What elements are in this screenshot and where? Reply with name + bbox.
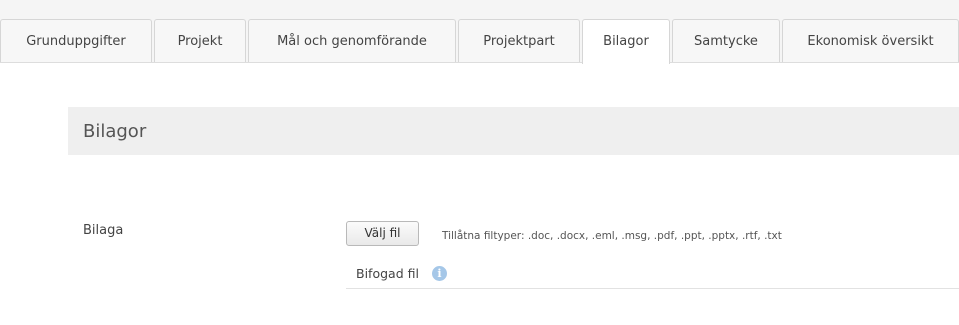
tab-mal-och-genomforande[interactable]: Mål och genomförande (248, 19, 456, 63)
attachment-label: Bilaga (83, 223, 124, 238)
tab-projektpart[interactable]: Projektpart (458, 19, 580, 63)
section-header: Bilagor (68, 107, 959, 155)
section-title: Bilagor (83, 121, 147, 142)
allowed-file-types: Tillåtna filtyper: .doc, .docx, .eml, .m… (442, 230, 782, 242)
choose-file-button[interactable]: Välj fil (346, 221, 419, 246)
tab-samtycke[interactable]: Samtycke (672, 19, 780, 63)
tab-projekt[interactable]: Projekt (154, 19, 246, 63)
page: Grunduppgifter Projekt Mål och genomföra… (0, 0, 959, 325)
tab-grunduppgifter[interactable]: Grunduppgifter (0, 19, 152, 63)
attached-file-label: Bifogad fil (356, 266, 419, 281)
tab-bar: Grunduppgifter Projekt Mål och genomföra… (0, 0, 959, 64)
tab-bar-divider (0, 62, 959, 63)
tab-bilagor[interactable]: Bilagor (582, 19, 670, 64)
attached-file-divider (346, 288, 959, 289)
info-icon[interactable]: i (432, 266, 447, 281)
tab-ekonomisk-oversikt[interactable]: Ekonomisk översikt (782, 19, 959, 63)
